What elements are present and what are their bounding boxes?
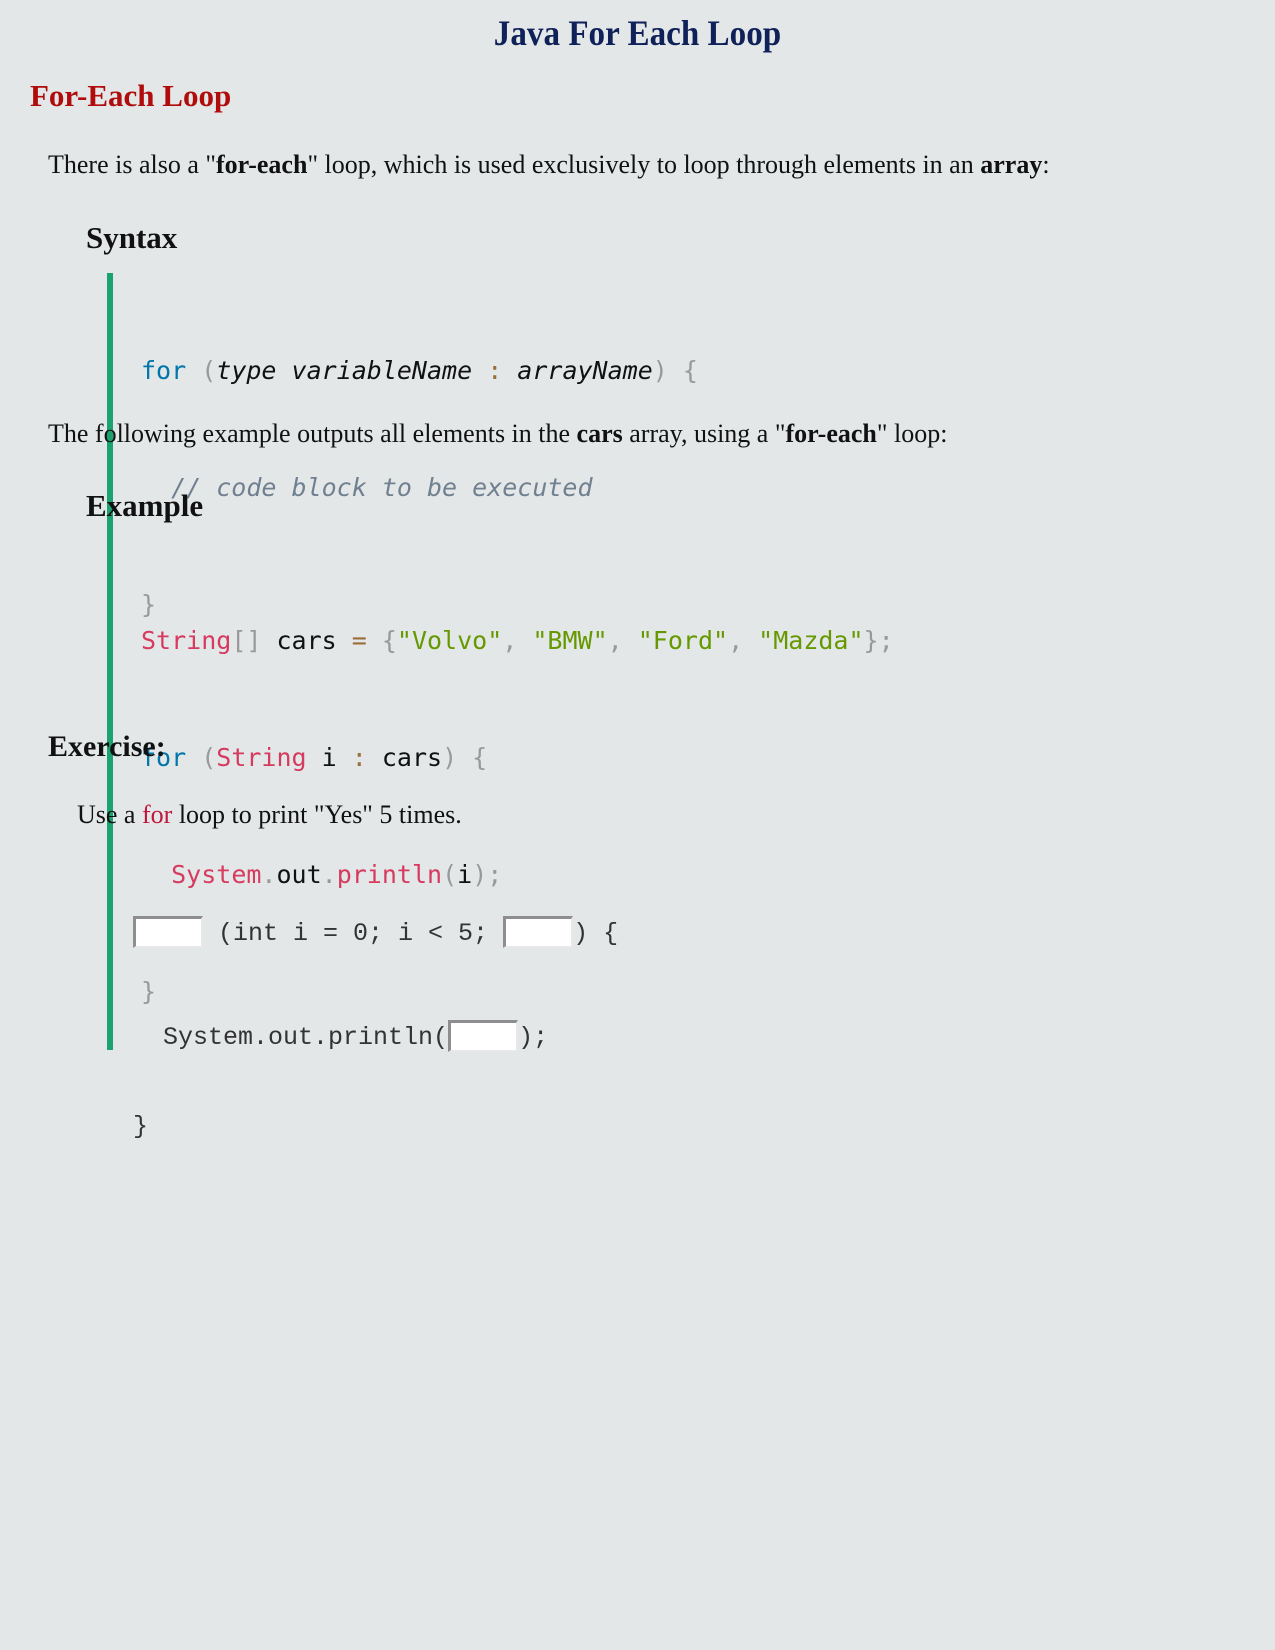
- code-string: "Mazda": [758, 626, 864, 655]
- code-operator: :: [472, 356, 518, 385]
- code-placeholder: type variableName: [216, 356, 473, 385]
- code-punctuation: {: [366, 626, 397, 655]
- intro-text: :: [1042, 150, 1050, 179]
- exercise-code: (int i = 0; i < 5; ) { System.out.printl…: [133, 858, 618, 1170]
- code-operator: =: [351, 626, 367, 655]
- exercise-prompt: Use a for loop to print "Yes" 5 times.: [77, 800, 462, 830]
- code-operator: :: [351, 743, 367, 772]
- example-intro-bold-cars: cars: [576, 419, 623, 448]
- code-punctuation: (: [186, 743, 217, 772]
- example-line-1: String[] cars = {"Volvo", "BMW", "Ford",…: [141, 621, 894, 660]
- code-punctuation: ,: [607, 626, 638, 655]
- intro-paragraph: There is also a "for-each" loop, which i…: [48, 150, 1050, 180]
- exercise-code-text: ) {: [573, 919, 619, 948]
- example-intro-text: The following example outputs all elemen…: [48, 419, 577, 448]
- example-intro-bold-foreach: for-each: [785, 419, 877, 448]
- code-punctuation: (: [186, 356, 217, 385]
- section-title: For-Each Loop: [30, 78, 232, 113]
- blank-input-keyword[interactable]: [133, 916, 203, 948]
- exercise-code-text: );: [518, 1023, 549, 1052]
- example-intro-text: array, using a ": [622, 419, 786, 448]
- code-punctuation: ) {: [442, 743, 488, 772]
- code-variable: cars: [261, 626, 352, 655]
- blank-input-argument[interactable]: [448, 1020, 519, 1052]
- syntax-heading: Syntax: [86, 220, 178, 255]
- code-punctuation: []: [231, 626, 262, 655]
- code-type: String: [141, 626, 232, 655]
- exercise-code-text: (int i = 0; i < 5;: [203, 919, 504, 948]
- code-string: "Ford": [637, 626, 729, 655]
- intro-text: " loop, which is used exclusively to loo…: [307, 150, 981, 179]
- code-string: "BMW": [532, 626, 608, 655]
- page-title: Java For Each Loop: [493, 13, 782, 53]
- code-type: String: [216, 743, 307, 772]
- exercise-line-3: }: [133, 1112, 149, 1141]
- exercise-line-2: System.out.println();: [133, 1020, 618, 1054]
- code-punctuation: ,: [728, 626, 759, 655]
- intro-bold-foreach: for-each: [216, 150, 308, 179]
- exercise-prompt-text: loop to print "Yes" 5 times.: [172, 800, 462, 829]
- code-variable: cars: [366, 743, 443, 772]
- example-intro-paragraph: The following example outputs all elemen…: [48, 419, 947, 449]
- exercise-code-text: System.out.println(: [133, 1023, 449, 1052]
- example-intro-text: " loop:: [876, 419, 948, 448]
- code-punctuation: ,: [502, 626, 533, 655]
- code-placeholder: arrayName: [517, 356, 653, 385]
- code-string: "Volvo": [396, 626, 503, 655]
- exercise-heading: Exercise:: [48, 730, 166, 763]
- syntax-line-1: for (type variableName : arrayName) {: [141, 351, 698, 390]
- exercise-prompt-text: Use a: [77, 800, 142, 829]
- example-line-2: for (String i : cars) {: [141, 738, 894, 777]
- example-heading: Example: [86, 488, 204, 523]
- intro-text: There is also a ": [48, 150, 216, 179]
- intro-bold-array: array: [980, 150, 1043, 179]
- blank-input-increment[interactable]: [503, 916, 574, 948]
- code-variable: i: [306, 743, 352, 772]
- exercise-line-1: (int i = 0; i < 5; ) {: [133, 916, 618, 962]
- code-keyword: for: [141, 356, 187, 385]
- code-punctuation: ) {: [652, 356, 698, 385]
- exercise-prompt-keyword: for: [141, 800, 173, 829]
- syntax-line-2: // code block to be executed: [141, 473, 593, 502]
- code-punctuation: };: [863, 626, 894, 655]
